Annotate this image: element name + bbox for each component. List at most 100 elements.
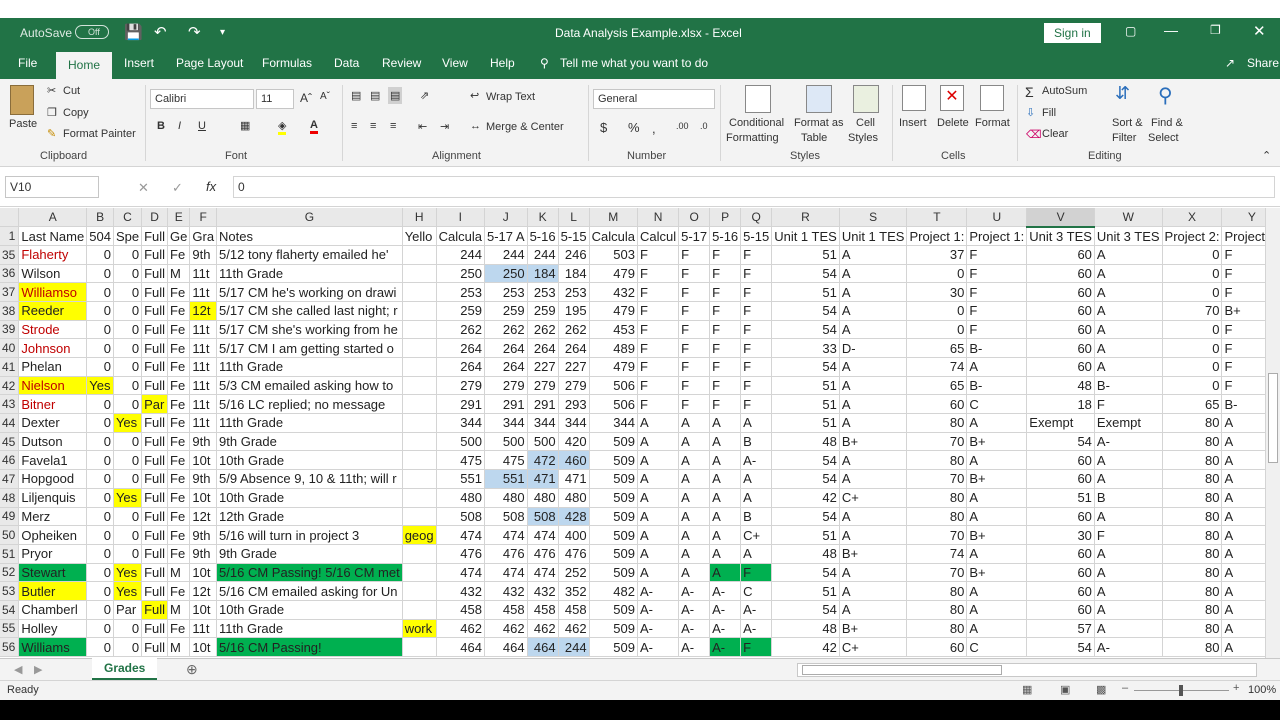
- data-cell[interactable]: A: [839, 245, 908, 265]
- data-cell[interactable]: Johnson: [18, 338, 88, 358]
- data-cell[interactable]: F: [709, 394, 742, 415]
- data-cell[interactable]: A: [966, 488, 1028, 508]
- data-cell[interactable]: 0: [86, 469, 114, 489]
- data-cell[interactable]: 480: [436, 488, 485, 508]
- data-cell[interactable]: 0: [86, 264, 114, 284]
- clear-button[interactable]: Clear: [1042, 128, 1068, 140]
- data-cell[interactable]: 420: [558, 432, 590, 452]
- data-cell[interactable]: 60: [1026, 282, 1095, 302]
- column-title-cell[interactable]: Project 2:: [1162, 226, 1223, 246]
- insert-function-icon[interactable]: fx: [206, 179, 216, 194]
- data-cell[interactable]: Fe: [167, 619, 191, 639]
- row-header[interactable]: 44: [0, 413, 20, 433]
- column-header-F[interactable]: F: [189, 208, 218, 228]
- bottom-align-icon[interactable]: ▤: [388, 87, 403, 104]
- data-cell[interactable]: A-: [678, 637, 711, 657]
- row-header[interactable]: 51: [0, 544, 20, 564]
- data-cell[interactable]: F: [678, 264, 711, 284]
- data-cell[interactable]: F: [1221, 357, 1265, 377]
- data-cell[interactable]: 12t: [189, 581, 218, 601]
- data-cell[interactable]: 471: [527, 469, 559, 489]
- data-cell[interactable]: B+: [966, 525, 1028, 545]
- data-cell[interactable]: 0: [86, 338, 114, 358]
- data-cell[interactable]: 54: [771, 600, 840, 620]
- column-header-L[interactable]: L: [558, 208, 590, 228]
- data-cell[interactable]: [402, 544, 437, 564]
- data-cell[interactable]: 253: [484, 282, 528, 302]
- merge-icon[interactable]: ↔: [470, 120, 481, 132]
- data-cell[interactable]: 80: [1162, 525, 1223, 545]
- ribbon-display-icon[interactable]: ▢: [1125, 24, 1136, 38]
- data-cell[interactable]: A: [1094, 544, 1163, 564]
- data-cell[interactable]: 5/17 CM she called last night; r: [216, 301, 403, 321]
- data-cell[interactable]: 80: [906, 600, 968, 620]
- data-cell[interactable]: 80: [1162, 619, 1223, 639]
- data-cell[interactable]: F: [709, 282, 742, 302]
- column-header-N[interactable]: N: [637, 208, 680, 228]
- data-cell[interactable]: F: [740, 376, 773, 396]
- data-cell[interactable]: [402, 357, 437, 377]
- data-cell[interactable]: 0: [113, 357, 143, 377]
- data-cell[interactable]: 475: [436, 450, 485, 471]
- data-cell[interactable]: 80: [1162, 432, 1223, 452]
- data-cell[interactable]: Reeder: [18, 301, 88, 321]
- data-cell[interactable]: 462: [484, 619, 528, 639]
- data-cell[interactable]: 48: [1026, 376, 1095, 396]
- column-title-cell[interactable]: 5-17: [678, 226, 711, 246]
- data-cell[interactable]: 227: [527, 357, 559, 377]
- save-icon[interactable]: 💾: [124, 23, 143, 41]
- data-cell[interactable]: 264: [484, 338, 528, 358]
- data-cell[interactable]: A: [966, 619, 1028, 639]
- data-cell[interactable]: A: [1094, 264, 1163, 284]
- data-cell[interactable]: 508: [436, 507, 485, 527]
- data-cell[interactable]: Fe: [167, 469, 191, 489]
- insert-cells-icon[interactable]: [902, 85, 926, 111]
- data-cell[interactable]: A: [1094, 507, 1163, 527]
- data-cell[interactable]: 293: [558, 394, 590, 415]
- align-right-icon[interactable]: ≡: [390, 120, 396, 132]
- data-cell[interactable]: 80: [1162, 488, 1223, 508]
- row-header[interactable]: 40: [0, 338, 20, 358]
- row-header[interactable]: 45: [0, 432, 20, 452]
- borders-icon[interactable]: ▦: [240, 119, 250, 132]
- tell-me-box[interactable]: Tell me what you want to do: [560, 56, 708, 70]
- italic-button[interactable]: I: [178, 120, 181, 132]
- data-cell[interactable]: 291: [484, 394, 528, 415]
- data-cell[interactable]: 0: [906, 264, 968, 284]
- data-cell[interactable]: F: [678, 320, 711, 340]
- format-as-table-label1[interactable]: Format as: [794, 117, 844, 129]
- data-cell[interactable]: Full: [141, 600, 169, 620]
- data-cell[interactable]: 344: [484, 413, 528, 433]
- data-cell[interactable]: A: [966, 544, 1028, 564]
- find-select-icon[interactable]: ⚲: [1158, 83, 1173, 108]
- column-header-C[interactable]: C: [113, 208, 143, 228]
- data-cell[interactable]: Par: [113, 600, 143, 620]
- data-cell[interactable]: 10t: [189, 600, 218, 620]
- data-cell[interactable]: [402, 450, 437, 471]
- data-cell[interactable]: 54: [771, 450, 840, 471]
- data-cell[interactable]: 0: [86, 320, 114, 340]
- data-cell[interactable]: 5/16 will turn in project 3: [216, 525, 403, 545]
- data-cell[interactable]: A: [678, 450, 711, 471]
- spreadsheet-grid[interactable]: ABCDEFGHIJKLMNOPQRSTUVWXYZAA 1Last Name5…: [0, 208, 1265, 658]
- data-cell[interactable]: 60: [1026, 320, 1095, 340]
- data-cell[interactable]: A: [740, 413, 773, 433]
- data-cell[interactable]: 54: [771, 469, 840, 489]
- data-cell[interactable]: A: [839, 301, 908, 321]
- data-cell[interactable]: [402, 301, 437, 321]
- data-cell[interactable]: B-: [1221, 394, 1265, 415]
- data-cell[interactable]: A: [1094, 357, 1163, 377]
- data-cell[interactable]: 60: [1026, 544, 1095, 564]
- data-cell[interactable]: 65: [906, 376, 968, 396]
- data-cell[interactable]: 0: [906, 301, 968, 321]
- data-cell[interactable]: 65: [1162, 394, 1223, 415]
- data-cell[interactable]: 344: [589, 413, 638, 433]
- data-cell[interactable]: 500: [436, 432, 485, 452]
- data-cell[interactable]: A: [637, 469, 680, 489]
- data-cell[interactable]: F: [678, 376, 711, 396]
- fill-color-icon[interactable]: ◈: [278, 119, 287, 135]
- data-cell[interactable]: Chamberl: [18, 600, 88, 620]
- row-header[interactable]: 49: [0, 507, 20, 527]
- data-cell[interactable]: A: [637, 507, 680, 527]
- data-cell[interactable]: 264: [484, 357, 528, 377]
